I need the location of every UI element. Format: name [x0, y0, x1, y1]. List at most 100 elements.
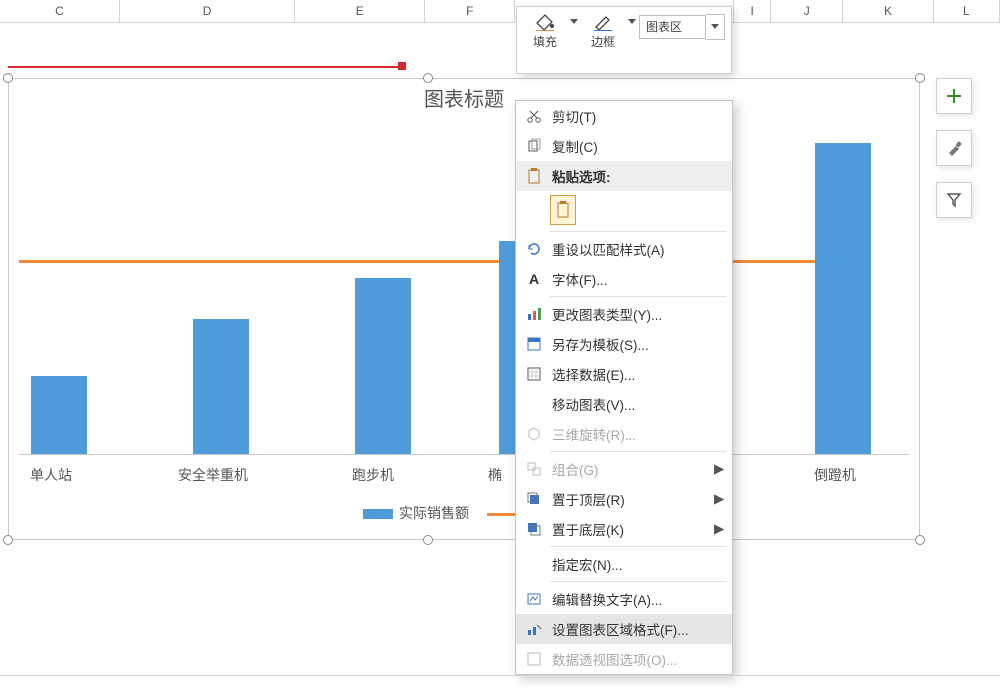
chart-side-tools	[936, 78, 970, 218]
menu-copy-label: 复制(C)	[552, 136, 724, 156]
menu-separator	[550, 546, 726, 547]
border-dropdown[interactable]	[625, 11, 639, 33]
format-icon	[522, 621, 546, 637]
chart-title[interactable]: 图表标题	[9, 83, 919, 112]
template-icon	[522, 336, 546, 352]
column-header: C D E F I J K L	[0, 0, 1000, 23]
menu-save-template[interactable]: 另存为模板(S)...	[516, 329, 732, 359]
menu-paste-options	[516, 191, 732, 229]
paste-option-1[interactable]	[550, 195, 576, 225]
cat-label-3: 跑步机	[313, 465, 433, 485]
menu-pivotchart-options-label: 数据透视图选项(O)...	[552, 649, 724, 669]
legend-item-1[interactable]: 实际销售额	[363, 503, 469, 523]
chevron-down-icon	[570, 19, 578, 25]
menu-change-chart-type[interactable]: 更改图表类型(Y)...	[516, 299, 732, 329]
col-L: L	[934, 0, 1000, 22]
menu-3d-rotation-label: 三维旋转(R)...	[552, 424, 724, 444]
send-back-icon	[522, 521, 546, 537]
context-menu[interactable]: 剪切(T) 复制(C) 粘贴选项: 重设以匹配样式(A) A 字体(F)... …	[515, 100, 733, 675]
paint-bucket-icon	[534, 11, 556, 31]
chevron-right-icon: ▶	[714, 491, 724, 507]
chevron-down-icon	[628, 19, 636, 25]
menu-font-label: 字体(F)...	[552, 269, 724, 289]
menu-move-chart[interactable]: 移动图表(V)...	[516, 389, 732, 419]
cat-label-5: 倒蹬机	[775, 465, 895, 485]
copy-icon	[522, 138, 546, 154]
bar-2[interactable]	[193, 319, 249, 454]
menu-select-data[interactable]: 选择数据(E)...	[516, 359, 732, 389]
menu-bring-to-front-label: 置于顶层(R)	[552, 489, 714, 509]
menu-paste-options-header: 粘贴选项:	[516, 161, 732, 191]
fill-dropdown[interactable]	[567, 11, 581, 33]
plot-area[interactable]	[19, 123, 909, 455]
brush-icon	[946, 140, 962, 156]
col-J: J	[771, 0, 843, 22]
menu-format-chart-area[interactable]: 设置图表区域格式(F)...	[516, 614, 732, 644]
menu-reset-match-style-label: 重设以匹配样式(A)	[552, 239, 724, 259]
menu-change-chart-type-label: 更改图表类型(Y)...	[552, 304, 724, 324]
menu-assign-macro[interactable]: 指定宏(N)...	[516, 549, 732, 579]
menu-group: 组合(G) ▶	[516, 454, 732, 484]
menu-move-chart-label: 移动图表(V)...	[552, 394, 724, 414]
chart-area[interactable]: 图表标题 单人站 安全举重机 跑步机 椭 倒蹬机 实际销售额 平均销	[8, 78, 920, 540]
resize-handle-s[interactable]	[423, 535, 433, 545]
sheet-bottom-border	[0, 675, 1000, 676]
menu-copy[interactable]: 复制(C)	[516, 131, 732, 161]
chevron-down-icon	[711, 24, 719, 30]
resize-handle-se[interactable]	[915, 535, 925, 545]
col-F: F	[425, 0, 515, 22]
pivot-icon	[522, 651, 546, 667]
fill-button[interactable]: 填充	[523, 11, 567, 50]
legend-label-1: 实际销售额	[399, 505, 469, 521]
menu-paste-options-label: 粘贴选项:	[552, 166, 724, 186]
menu-select-data-label: 选择数据(E)...	[552, 364, 724, 384]
resize-handle-nw[interactable]	[3, 73, 13, 83]
bar-5[interactable]	[815, 143, 871, 454]
clipboard-icon	[556, 201, 570, 219]
border-button[interactable]: 边框	[581, 11, 625, 50]
chart-legend[interactable]: 实际销售额 平均销	[9, 503, 919, 523]
group-icon	[522, 461, 546, 477]
menu-cut[interactable]: 剪切(T)	[516, 101, 732, 131]
col-I: I	[734, 0, 771, 22]
bar-1[interactable]	[31, 376, 87, 454]
chart-element-selector-dropdown[interactable]	[706, 14, 725, 40]
legend-swatch-line	[487, 513, 517, 516]
mini-format-toolbar[interactable]: 填充 边框 图表区	[516, 6, 732, 74]
menu-format-chart-area-label: 设置图表区域格式(F)...	[552, 619, 724, 639]
col-C: C	[0, 0, 120, 22]
bar-3[interactable]	[355, 278, 411, 454]
cat-label-2: 安全举重机	[153, 465, 273, 485]
chart-filter-button[interactable]	[936, 182, 972, 218]
menu-send-to-back[interactable]: 置于底层(K) ▶	[516, 514, 732, 544]
menu-bring-to-front[interactable]: 置于顶层(R) ▶	[516, 484, 732, 514]
chart-element-selector[interactable]: 图表区	[639, 15, 725, 39]
menu-3d-rotation: 三维旋转(R)...	[516, 419, 732, 449]
chart-styles-button[interactable]	[936, 130, 972, 166]
menu-edit-alt-text-label: 编辑替换文字(A)...	[552, 589, 724, 609]
menu-cut-label: 剪切(T)	[552, 106, 724, 126]
chart-type-icon	[522, 306, 546, 322]
pen-icon	[592, 11, 614, 31]
scissors-icon	[522, 108, 546, 124]
menu-edit-alt-text[interactable]: 编辑替换文字(A)...	[516, 584, 732, 614]
x-axis	[19, 454, 909, 455]
reset-icon	[522, 241, 546, 257]
menu-separator	[550, 296, 726, 297]
border-label: 边框	[591, 33, 615, 50]
chart-elements-button[interactable]	[936, 78, 972, 114]
selection-marker-handle[interactable]	[398, 62, 406, 70]
chart-element-selector-value[interactable]: 图表区	[639, 15, 706, 39]
col-K: K	[843, 0, 933, 22]
menu-font[interactable]: A 字体(F)...	[516, 264, 732, 294]
fill-label: 填充	[533, 33, 557, 50]
menu-assign-macro-label: 指定宏(N)...	[552, 554, 724, 574]
clipboard-icon	[522, 168, 546, 184]
selection-marker-line	[8, 66, 402, 68]
resize-handle-sw[interactable]	[3, 535, 13, 545]
resize-handle-ne[interactable]	[915, 73, 925, 83]
menu-reset-match-style[interactable]: 重设以匹配样式(A)	[516, 234, 732, 264]
resize-handle-n[interactable]	[423, 73, 433, 83]
col-D: D	[120, 0, 295, 22]
menu-group-label: 组合(G)	[552, 459, 714, 479]
